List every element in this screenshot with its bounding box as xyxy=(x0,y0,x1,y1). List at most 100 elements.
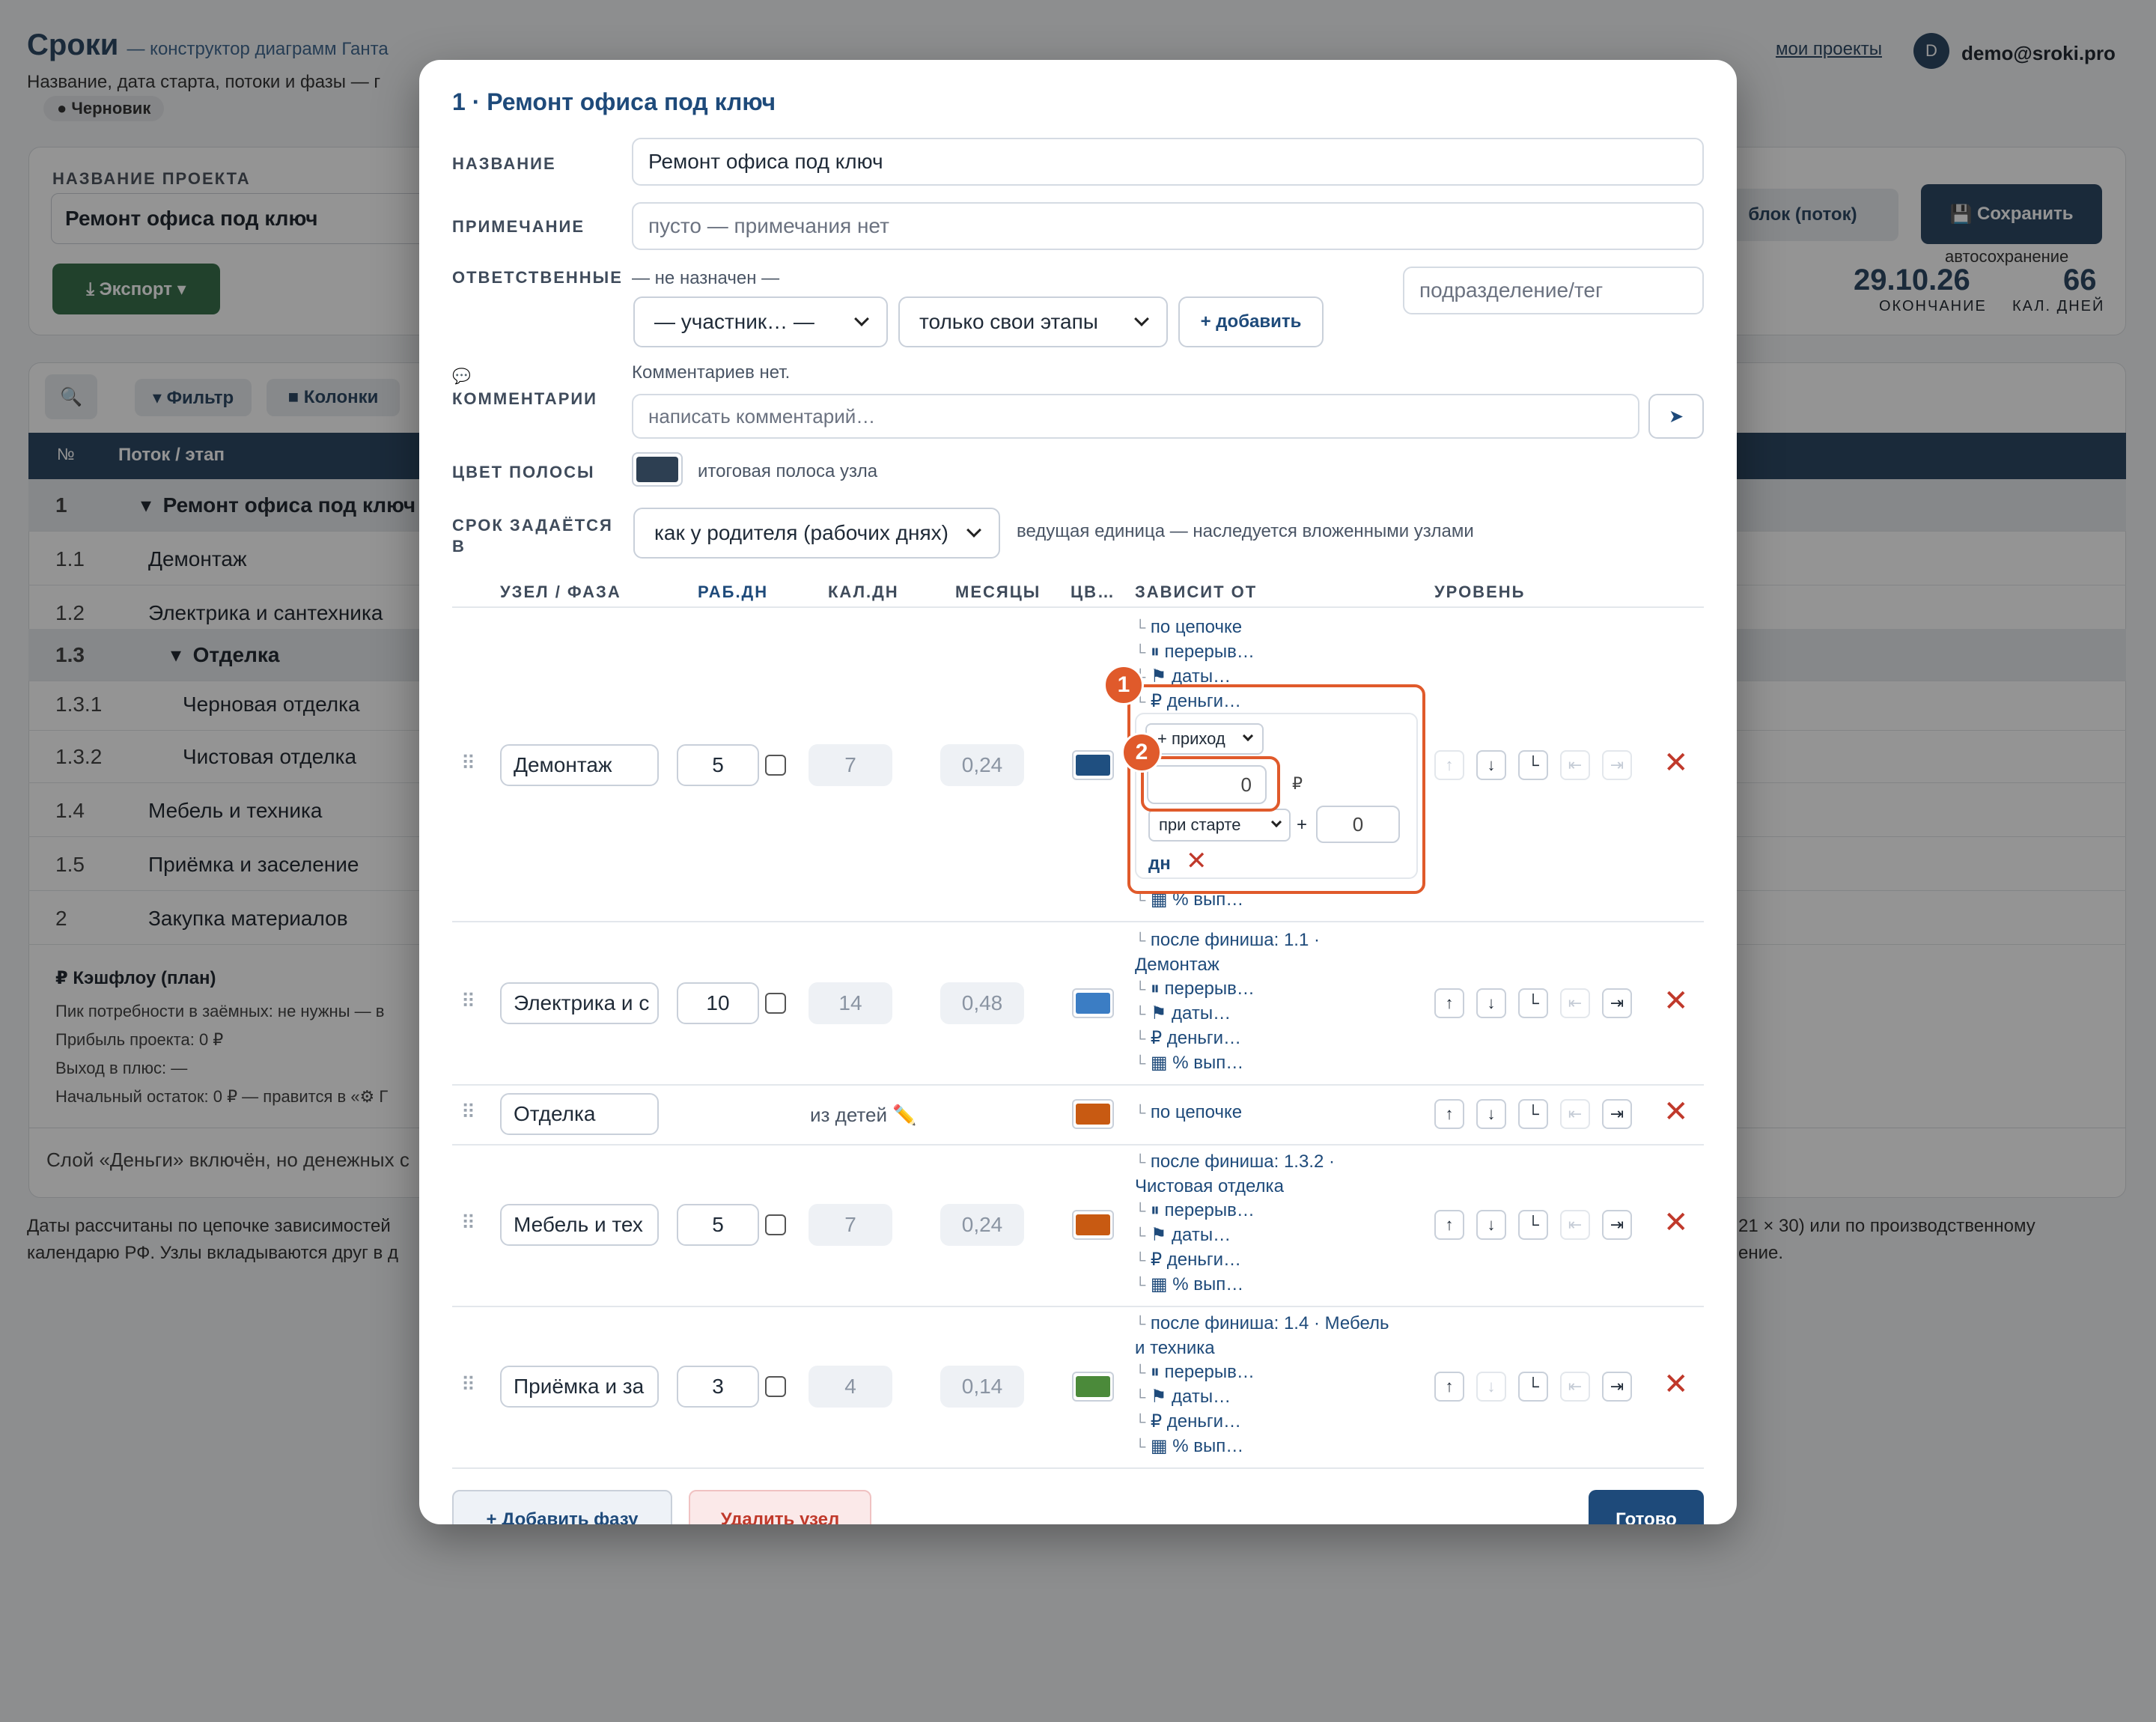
indent-icon[interactable]: ⇥ xyxy=(1602,988,1632,1018)
bar-color-swatch[interactable] xyxy=(632,452,683,487)
columns-button[interactable]: ■ Колонки xyxy=(267,379,400,416)
checkbox[interactable] xyxy=(765,1376,786,1397)
outdent-icon[interactable]: ⇤ xyxy=(1560,1210,1590,1240)
divider xyxy=(452,606,1704,608)
checkbox[interactable] xyxy=(765,755,786,776)
name-input[interactable]: Ремонт офиса под ключ xyxy=(632,138,1704,186)
work-days-input[interactable]: 3 xyxy=(677,1366,759,1408)
chevron-down-icon xyxy=(1134,311,1149,326)
cal-days-value: 14 xyxy=(808,982,892,1024)
nest-icon[interactable]: └ xyxy=(1518,988,1548,1018)
work-days-input[interactable]: 5 xyxy=(677,1204,759,1246)
from-children-label: из детей ✏️ xyxy=(810,1104,917,1126)
nest-icon[interactable]: └ xyxy=(1518,1372,1548,1402)
add-responsible-button[interactable]: + добавить xyxy=(1178,296,1324,347)
phase-color-swatch[interactable] xyxy=(1072,1210,1114,1240)
depends-list[interactable]: └ после финиша: 1.1 · Демонтаж └ ⏸ перер… xyxy=(1135,928,1320,1076)
outdent-icon[interactable]: ⇤ xyxy=(1560,750,1590,780)
footer-note-2-right: ение. xyxy=(1738,1243,1784,1263)
department-tag-input[interactable]: подразделение/тег xyxy=(1403,267,1704,314)
move-down-icon[interactable]: ↓ xyxy=(1476,1210,1506,1240)
add-phase-button[interactable]: + Добавить фазу xyxy=(452,1490,672,1524)
save-button[interactable]: 💾 Сохранить xyxy=(1921,184,2102,244)
checkbox[interactable] xyxy=(765,993,786,1014)
move-up-icon[interactable]: ↑ xyxy=(1434,1099,1464,1129)
phase-color-swatch[interactable] xyxy=(1072,750,1114,780)
phase-name-input[interactable]: Демонтаж xyxy=(500,744,659,786)
footer-note-1-right: 21 × 30) или по производственному xyxy=(1738,1216,2035,1236)
move-up-icon[interactable]: ↑ xyxy=(1434,750,1464,780)
delete-phase-icon[interactable]: ✕ xyxy=(1663,1367,1689,1402)
depends-list[interactable]: └ по цепочке xyxy=(1135,1101,1242,1125)
move-down-icon[interactable]: ↓ xyxy=(1476,750,1506,780)
drag-handle-icon[interactable]: ⠿ xyxy=(461,1211,475,1235)
outdent-icon[interactable]: ⇤ xyxy=(1560,1372,1590,1402)
phase-name-input[interactable]: Приёмка и за xyxy=(500,1366,659,1408)
phase-name-input[interactable]: Отделка xyxy=(500,1093,659,1135)
col-level: УРОВЕНЬ xyxy=(1434,582,1526,601)
callout-badge-2: 2 xyxy=(1121,732,1162,773)
move-up-icon[interactable]: ↑ xyxy=(1434,1372,1464,1402)
delete-phase-icon[interactable]: ✕ xyxy=(1663,1205,1689,1240)
move-up-icon[interactable]: ↑ xyxy=(1434,988,1464,1018)
note-input[interactable]: пусто — примечания нет xyxy=(632,202,1704,250)
drag-handle-icon[interactable]: ⠿ xyxy=(461,752,475,775)
nest-icon[interactable]: └ xyxy=(1518,750,1548,780)
delete-phase-icon[interactable]: ✕ xyxy=(1663,984,1689,1018)
delete-phase-icon[interactable]: ✕ xyxy=(1663,746,1689,780)
delete-node-button[interactable]: Удалить узел xyxy=(689,1490,871,1524)
move-down-icon[interactable]: ↓ xyxy=(1476,1099,1506,1129)
scope-select[interactable]: только свои этапы xyxy=(898,296,1168,347)
checkbox[interactable] xyxy=(765,1214,786,1235)
cashflow-title: ₽ Кэшфлоу (план) xyxy=(55,968,216,988)
phase-color-swatch[interactable] xyxy=(1072,988,1114,1018)
col-work-days[interactable]: РАБ.ДН xyxy=(698,582,768,602)
move-up-icon[interactable]: ↑ xyxy=(1434,1210,1464,1240)
chevron-down-icon xyxy=(854,311,869,326)
indent-icon[interactable]: ⇥ xyxy=(1602,1372,1632,1402)
work-days-input[interactable]: 5 xyxy=(677,744,759,786)
end-date-label: ОКОНЧАНИЕ xyxy=(1879,298,1987,314)
units-select[interactable]: как у родителя (рабочих днях) xyxy=(633,508,1000,559)
export-button[interactable]: ⤓ Экспорт ▾ xyxy=(52,264,220,314)
footer-note-2: календарю РФ. Узлы вкладываются друг в д xyxy=(27,1243,398,1263)
indent-icon[interactable]: ⇥ xyxy=(1602,1099,1632,1129)
phase-name-input[interactable]: Мебель и тех xyxy=(500,1204,659,1246)
divider xyxy=(452,1306,1704,1307)
drag-handle-icon[interactable]: ⠿ xyxy=(461,990,475,1013)
move-down-icon[interactable]: ↓ xyxy=(1476,1372,1506,1402)
phase-name-input[interactable]: Электрика и с xyxy=(500,982,659,1024)
search-icon[interactable]: 🔍 xyxy=(45,374,97,419)
send-comment-button[interactable]: ➤ xyxy=(1648,394,1704,439)
note-label: ПРИМЕЧАНИЕ xyxy=(452,217,585,236)
done-button[interactable]: Готово xyxy=(1589,1490,1704,1524)
depends-list[interactable]: └ после финиша: 1.3.2 · Чистовая отделка… xyxy=(1135,1150,1335,1297)
user-email[interactable]: demo@sroki.pro xyxy=(1961,42,2116,65)
phase-color-swatch[interactable] xyxy=(1072,1372,1114,1402)
move-down-icon[interactable]: ↓ xyxy=(1476,988,1506,1018)
cal-days-value: 4 xyxy=(808,1366,892,1408)
delete-phase-icon[interactable]: ✕ xyxy=(1663,1095,1689,1129)
work-days-input[interactable]: 10 xyxy=(677,982,759,1024)
indent-icon[interactable]: ⇥ xyxy=(1602,750,1632,780)
responsible-none: — не назначен — xyxy=(632,268,780,288)
outdent-icon[interactable]: ⇤ xyxy=(1560,1099,1590,1129)
filter-button[interactable]: ▾ Фильтр xyxy=(135,379,252,416)
divider xyxy=(452,921,1704,922)
modal-title: 1 · Ремонт офиса под ключ xyxy=(452,88,776,115)
participant-select[interactable]: — участник… — xyxy=(633,296,888,347)
drag-handle-icon[interactable]: ⠿ xyxy=(461,1101,475,1124)
nest-icon[interactable]: └ xyxy=(1518,1210,1548,1240)
depends-list[interactable]: └ после финиша: 1.4 · Мебель и техника └… xyxy=(1135,1312,1389,1459)
drag-handle-icon[interactable]: ⠿ xyxy=(461,1373,475,1396)
nest-icon[interactable]: └ xyxy=(1518,1099,1548,1129)
node-edit-modal: 1 · Ремонт офиса под ключ НАЗВАНИЕ Ремон… xyxy=(419,60,1737,1524)
phase-color-swatch[interactable] xyxy=(1072,1099,1114,1129)
avatar[interactable]: D xyxy=(1913,33,1949,69)
my-projects-link[interactable]: мои проекты xyxy=(1776,39,1882,60)
project-name-input[interactable]: Ремонт офиса под ключ xyxy=(51,193,440,244)
months-value: 0,14 xyxy=(940,1366,1024,1408)
comment-input[interactable]: написать комментарий… xyxy=(632,394,1639,439)
outdent-icon[interactable]: ⇤ xyxy=(1560,988,1590,1018)
indent-icon[interactable]: ⇥ xyxy=(1602,1210,1632,1240)
